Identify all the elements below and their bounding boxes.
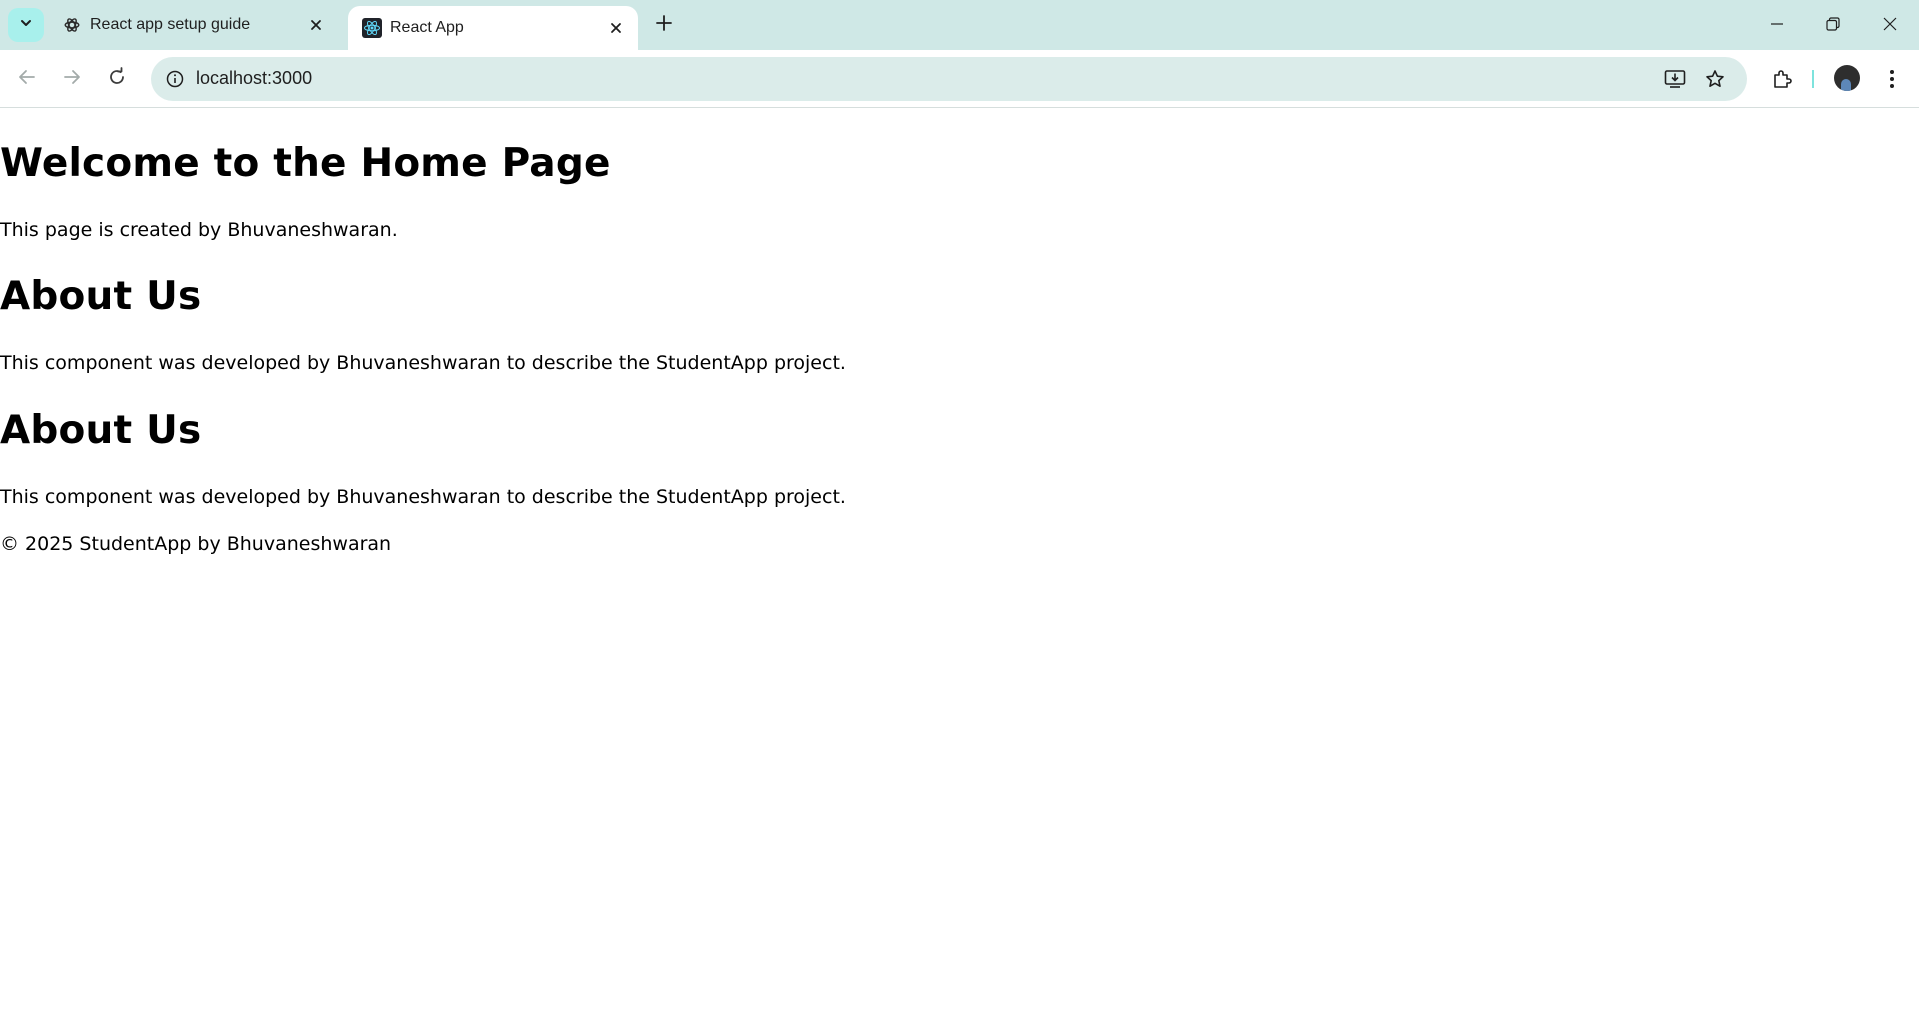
close-icon <box>1883 16 1897 35</box>
about-us-text: This component was developed by Bhuvanes… <box>0 486 846 508</box>
install-app-icon[interactable] <box>1662 67 1688 91</box>
toolbar-divider <box>1812 70 1814 88</box>
tab-title: React App <box>390 19 464 36</box>
browser-toolbar: localhost:3000 <box>0 50 1919 108</box>
page-content: Welcome to the Home Page This page is cr… <box>0 109 1919 1018</box>
back-button[interactable] <box>11 63 43 95</box>
tab-search-button[interactable] <box>8 8 44 42</box>
footer-text: © 2025 StudentApp by Bhuvaneshwaran <box>0 533 392 555</box>
more-vertical-icon[interactable] <box>1877 64 1907 94</box>
new-tab-button[interactable] <box>650 11 678 39</box>
react-icon <box>362 18 382 38</box>
bookmark-star-icon[interactable] <box>1702 67 1728 91</box>
tab-title: React app setup guide <box>90 16 251 33</box>
chatgpt-icon <box>62 15 82 35</box>
extensions-icon[interactable] <box>1767 64 1797 94</box>
minimize-button[interactable] <box>1748 0 1806 50</box>
about-us-text: This component was developed by Bhuvanes… <box>0 352 846 374</box>
forward-button[interactable] <box>56 63 88 95</box>
close-tab-icon[interactable] <box>304 13 328 37</box>
url-text: localhost:3000 <box>196 68 313 88</box>
chevron-down-icon <box>18 15 34 35</box>
minimize-icon <box>1770 16 1784 35</box>
profile-avatar[interactable] <box>1834 65 1860 91</box>
arrow-right-icon <box>62 67 82 91</box>
about-us-heading: About Us <box>0 274 202 319</box>
about-us-heading: About Us <box>0 408 202 453</box>
site-info-icon[interactable] <box>163 67 187 91</box>
plus-icon <box>656 15 672 35</box>
arrow-left-icon <box>17 67 37 91</box>
home-page-text: This page is created by Bhuvaneshwaran. <box>0 219 398 241</box>
tab-react-app[interactable]: React App <box>348 6 638 50</box>
address-bar[interactable]: localhost:3000 <box>151 57 1747 101</box>
tab-react-app-setup-guide[interactable]: React app setup guide <box>48 0 338 50</box>
reload-icon <box>107 67 127 91</box>
home-page-heading: Welcome to the Home Page <box>0 141 611 186</box>
restore-icon <box>1826 16 1840 35</box>
restore-button[interactable] <box>1804 0 1862 50</box>
close-tab-icon[interactable] <box>604 16 628 40</box>
tab-strip: React app setup guide React App <box>0 0 1919 50</box>
close-window-button[interactable] <box>1861 0 1919 50</box>
reload-button[interactable] <box>101 63 133 95</box>
